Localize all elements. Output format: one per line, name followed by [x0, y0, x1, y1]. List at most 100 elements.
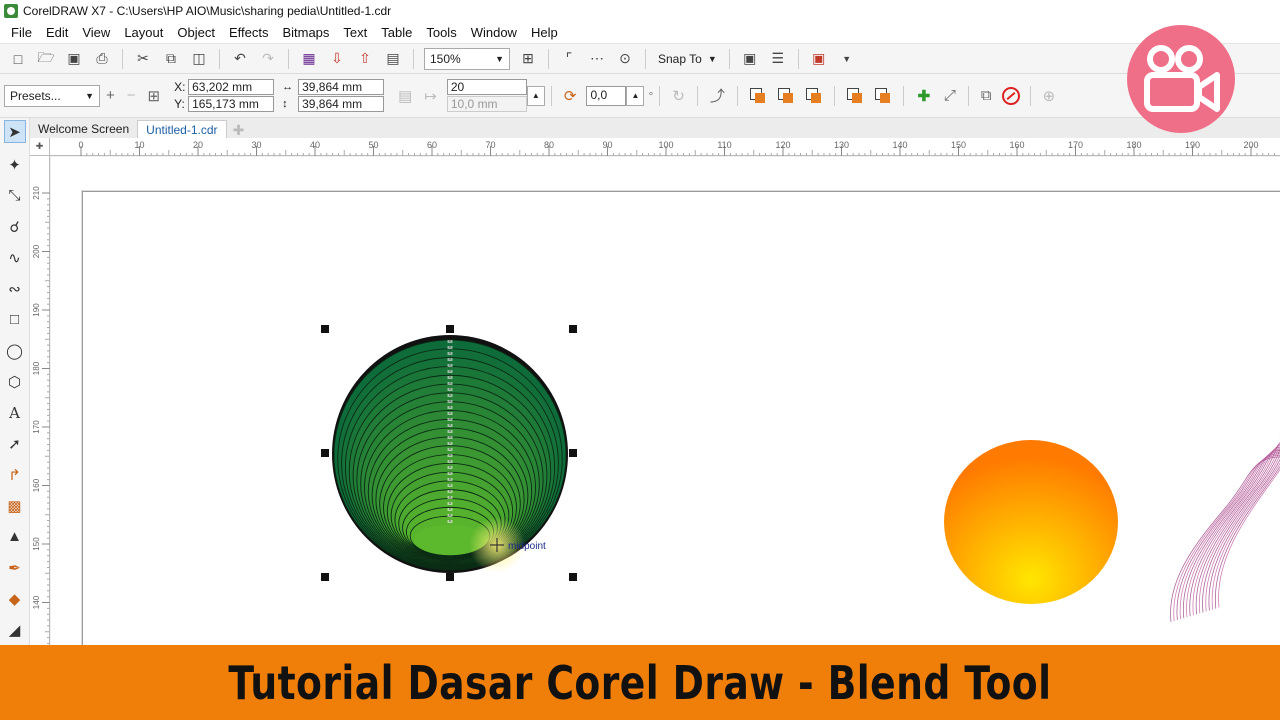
remove-preset-icon[interactable]: −: [127, 87, 136, 104]
ruler-origin-icon[interactable]: ✚: [30, 138, 50, 156]
ruler-label: 180: [1126, 140, 1141, 150]
tab-welcome-screen[interactable]: Welcome Screen: [30, 120, 137, 138]
direct-blend-icon[interactable]: [748, 86, 768, 106]
ruler-label: 190: [32, 303, 41, 317]
shape-tool-icon[interactable]: ✦: [4, 149, 26, 180]
new-tab-icon[interactable]: ✚: [231, 122, 247, 138]
crop-tool-icon[interactable]: ⤡: [4, 180, 26, 211]
start-end-properties-icon[interactable]: ⤢: [944, 87, 956, 104]
menu-help[interactable]: Help: [524, 25, 565, 40]
import-icon[interactable]: ⇩: [326, 48, 348, 70]
selection-handle: [321, 449, 329, 457]
counterclockwise-blend-icon[interactable]: [804, 86, 824, 106]
menu-bitmaps[interactable]: Bitmaps: [275, 25, 336, 40]
add-preset-icon[interactable]: +: [106, 87, 115, 104]
polygon-tool-icon[interactable]: ⬡: [4, 366, 26, 397]
menu-window[interactable]: Window: [464, 25, 524, 40]
pick-tool-icon[interactable]: ➤: [3, 120, 26, 144]
paste-icon[interactable]: ◫: [188, 48, 210, 70]
show-rulers-icon[interactable]: ⌜: [558, 48, 580, 70]
blend-step-fields: 20 10,0 mm: [446, 79, 527, 113]
banner-title: Tutorial Dasar Corel Draw - Blend Tool: [228, 655, 1052, 710]
full-screen-preview-icon[interactable]: ⊞: [517, 48, 539, 70]
blend-tool-icon[interactable]: ▩: [4, 490, 26, 521]
save-icon[interactable]: ▣: [63, 48, 85, 70]
ruler-label: 160: [32, 478, 41, 492]
eyedropper-tool-icon[interactable]: ✒: [4, 552, 26, 583]
menu-effects[interactable]: Effects: [222, 25, 276, 40]
snap-to-dropdown[interactable]: Snap To ▼: [652, 52, 723, 66]
chevron-down-icon[interactable]: ▼: [836, 48, 858, 70]
publish-pdf-icon[interactable]: ▤: [382, 48, 404, 70]
zoom-level-select[interactable]: 150% ▼: [424, 47, 510, 70]
undo-icon[interactable]: ↶: [229, 48, 251, 70]
show-grid-icon[interactable]: ⋯: [586, 48, 608, 70]
y-position-input[interactable]: 165,173 mm: [188, 96, 275, 112]
more-blend-options-icon[interactable]: ✚: [914, 86, 934, 106]
rectangle-tool-icon[interactable]: □: [4, 304, 26, 335]
copy-blend-properties-icon[interactable]: ⧉: [981, 87, 992, 104]
export-icon[interactable]: ⇧: [354, 48, 376, 70]
blend-steps-spinner[interactable]: ▲: [526, 85, 545, 106]
blend-spacing-input[interactable]: 10,0 mm: [446, 96, 527, 112]
text-tool-icon[interactable]: A: [4, 397, 26, 428]
blend-direction-icon[interactable]: ⟳: [564, 87, 577, 105]
menu-object[interactable]: Object: [170, 25, 222, 40]
open-folder-icon[interactable]: 🗁: [35, 48, 57, 70]
color-acceleration-icon[interactable]: [873, 86, 893, 106]
menu-edit[interactable]: Edit: [39, 25, 75, 40]
application-launcher-icon[interactable]: ▣: [808, 48, 830, 70]
zoom-tool-icon[interactable]: ☌: [4, 211, 26, 242]
object-acceleration-icon[interactable]: [845, 86, 865, 106]
artistic-media-tool-icon[interactable]: ∾: [4, 273, 26, 304]
chevron-down-icon: ▼: [85, 90, 94, 101]
property-bar: Presets... ▼ + − ⊞ X: 63,202 mm Y: 165,1…: [0, 74, 1280, 118]
blend-spacing-mode-icon[interactable]: ↦: [424, 87, 437, 105]
width-input[interactable]: 39,864 mm: [298, 79, 385, 95]
options-icon[interactable]: ☰: [767, 48, 789, 70]
cursor-hint-label: midpoint: [508, 541, 546, 552]
interactive-fill-tool-icon[interactable]: ◆: [4, 583, 26, 614]
object-origin-icon[interactable]: ⊞: [148, 87, 161, 105]
add-property-icon[interactable]: ⊕: [1043, 87, 1056, 105]
menu-layout[interactable]: Layout: [117, 25, 170, 40]
smart-fill-tool-icon[interactable]: ◢: [4, 614, 26, 645]
blend-angle-input[interactable]: 0,0: [586, 85, 627, 106]
menu-file[interactable]: File: [4, 25, 39, 40]
drawing-canvas[interactable]: midpoint: [51, 157, 1280, 645]
x-position-input[interactable]: 63,202 mm: [188, 79, 275, 95]
welcome-screen-icon[interactable]: ▣: [739, 48, 761, 70]
height-input[interactable]: 39,864 mm: [298, 96, 385, 112]
tab-untitled-1[interactable]: Untitled-1.cdr: [137, 120, 227, 138]
print-icon[interactable]: ⎙: [91, 48, 113, 70]
show-guidelines-icon[interactable]: ⊙: [614, 48, 636, 70]
clear-blend-icon[interactable]: [1001, 86, 1020, 105]
vertical-ruler[interactable]: 210 200 190 180 170 160 150 140: [30, 156, 50, 645]
ellipse-tool-icon[interactable]: ◯: [4, 335, 26, 366]
horizontal-ruler[interactable]: 0 10 20 30 40 50 60 70 80 90 100 110 120 130 140 150 160…: [50, 138, 1280, 156]
connector-tool-icon[interactable]: ↱: [4, 459, 26, 490]
transparency-tool-icon[interactable]: ▲: [4, 521, 26, 552]
presets-dropdown[interactable]: Presets... ▼: [4, 84, 100, 107]
freehand-tool-icon[interactable]: ∿: [4, 242, 26, 273]
cut-icon[interactable]: ✂: [132, 48, 154, 70]
loop-blend-icon[interactable]: ↻: [672, 87, 685, 105]
parallel-dimension-tool-icon[interactable]: ➚: [4, 428, 26, 459]
menu-view[interactable]: View: [75, 25, 117, 40]
new-document-icon[interactable]: □: [7, 48, 29, 70]
orange-gradient-sphere[interactable]: [944, 440, 1118, 604]
blend-steps-mode-icon[interactable]: ▤: [398, 87, 412, 105]
redo-icon[interactable]: ↷: [257, 48, 279, 70]
clockwise-blend-icon[interactable]: [776, 86, 796, 106]
menu-text[interactable]: Text: [336, 25, 374, 40]
search-content-icon[interactable]: ▦: [298, 48, 320, 70]
degree-unit-label: °: [648, 88, 654, 103]
path-properties-icon[interactable]: ⤴: [710, 85, 725, 106]
menu-tools[interactable]: Tools: [419, 25, 463, 40]
pink-wave-blend[interactable]: [1170, 432, 1280, 623]
copy-icon[interactable]: ⧉: [160, 48, 182, 70]
toolbar-separator: [413, 48, 414, 69]
blend-angle-spinner[interactable]: ▲: [626, 85, 645, 106]
menu-table[interactable]: Table: [374, 25, 419, 40]
blend-steps-input[interactable]: 20: [446, 79, 527, 95]
